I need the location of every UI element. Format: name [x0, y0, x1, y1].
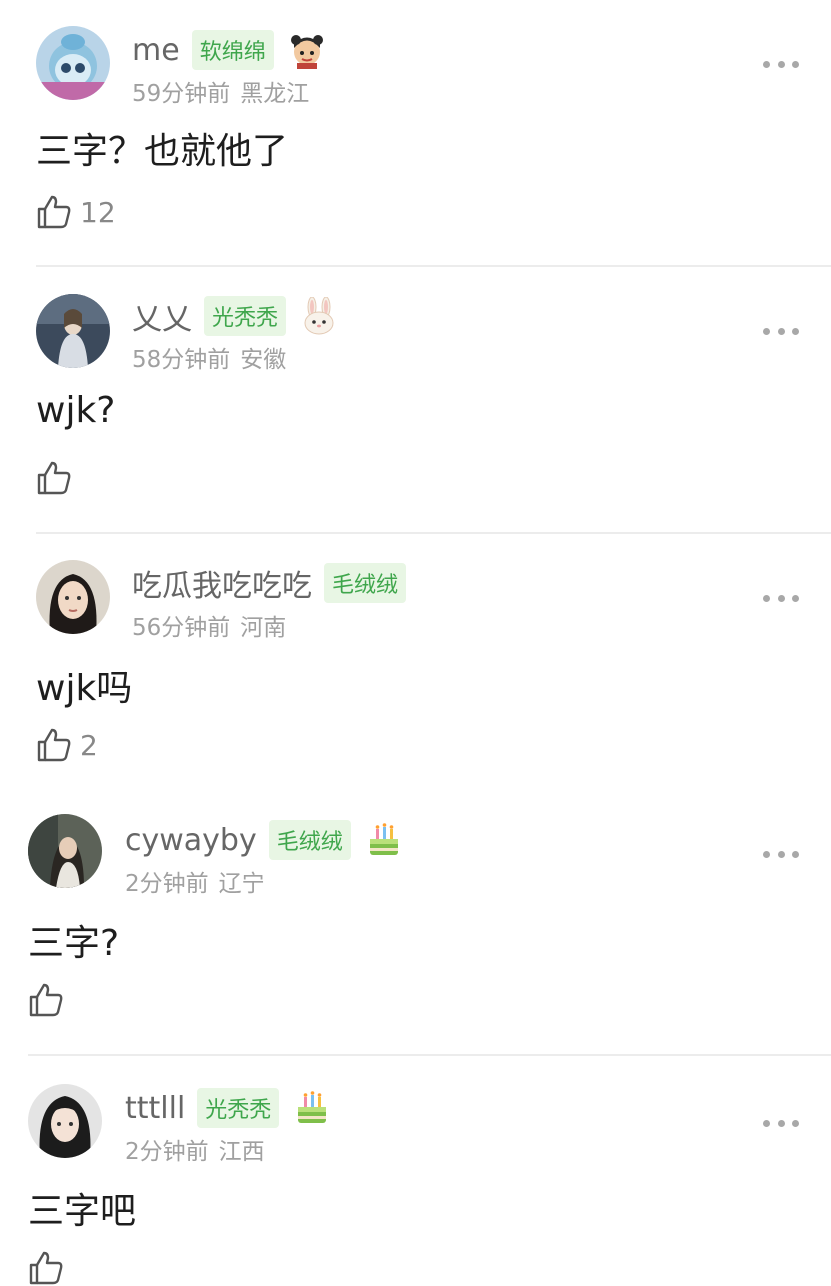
name-row: me 软绵绵 — [132, 28, 326, 72]
comment-time: 2分钟前 — [125, 1139, 209, 1165]
comment-location: 江西 — [218, 1139, 265, 1165]
level-badge: 光秃秃 — [197, 1088, 280, 1128]
comment-location: 黑龙江 — [240, 81, 310, 107]
avatar[interactable] — [36, 294, 110, 368]
comment-time: 56分钟前 — [132, 615, 231, 641]
thumbs-up-icon — [37, 195, 71, 229]
like-button[interactable] — [36, 460, 80, 496]
like-button[interactable]: 12 — [36, 194, 116, 230]
comment-text: wjk吗 — [36, 668, 133, 709]
level-badge: 毛绒绒 — [268, 820, 351, 860]
name-row: cywayby 毛绒绒 — [125, 818, 403, 862]
more-options-icon[interactable] — [763, 848, 799, 860]
comment-text: 三字吧 — [28, 1191, 137, 1232]
name-row: 乂乂 光秃秃 — [132, 294, 338, 338]
divider — [36, 265, 831, 267]
thumbs-up-icon — [29, 983, 63, 1017]
username[interactable]: cywayby — [125, 823, 257, 858]
level-badge: 毛绒绒 — [324, 563, 407, 603]
comment-meta: 56分钟前 河南 — [132, 608, 286, 642]
comment-location: 河南 — [240, 615, 287, 641]
comment-meta: 2分钟前 辽宁 — [125, 864, 265, 898]
like-button[interactable] — [28, 982, 72, 1018]
comment-location: 辽宁 — [218, 871, 265, 897]
like-count: 12 — [80, 195, 116, 229]
more-options-icon[interactable] — [763, 325, 799, 337]
divider — [36, 532, 831, 534]
comment-meta: 58分钟前 安徽 — [132, 340, 286, 374]
more-options-icon[interactable] — [763, 1117, 799, 1129]
cake-emoji-icon — [365, 821, 403, 859]
avatar[interactable] — [36, 560, 110, 634]
thumbs-up-icon — [29, 1251, 63, 1285]
username[interactable]: me — [132, 33, 180, 68]
rabbit-emoji-icon — [300, 297, 338, 335]
comment-location: 安徽 — [240, 347, 287, 373]
like-button[interactable]: 2 — [36, 727, 98, 763]
level-badge: 光秃秃 — [204, 296, 287, 336]
name-row: 吃瓜我吃吃吃 毛绒绒 — [132, 561, 420, 605]
comment-text: wjk? — [36, 390, 116, 431]
username[interactable]: 乂乂 — [132, 294, 192, 338]
avatar[interactable] — [36, 26, 110, 100]
username[interactable]: tttlll — [125, 1091, 185, 1126]
comment-time: 2分钟前 — [125, 871, 209, 897]
comment-time: 58分钟前 — [132, 347, 231, 373]
divider — [28, 1054, 831, 1056]
username[interactable]: 吃瓜我吃吃吃 — [132, 561, 312, 605]
comment-text: 三字? — [28, 923, 120, 964]
like-count: 2 — [80, 728, 98, 762]
thumbs-up-icon — [37, 461, 71, 495]
more-options-icon[interactable] — [763, 58, 799, 70]
cake-emoji-icon — [293, 1089, 331, 1127]
comment-meta: 2分钟前 江西 — [125, 1132, 265, 1166]
avatar[interactable] — [28, 814, 102, 888]
thumbs-up-icon — [37, 728, 71, 762]
boy-emoji-icon — [288, 31, 326, 69]
like-button[interactable] — [28, 1250, 72, 1286]
comment-time: 59分钟前 — [132, 81, 231, 107]
avatar[interactable] — [28, 1084, 102, 1158]
level-badge: 软绵绵 — [191, 30, 274, 70]
comment-text: 三字？也就他了 — [36, 131, 289, 172]
name-row: tttlll 光秃秃 — [125, 1086, 331, 1130]
more-options-icon[interactable] — [763, 592, 799, 604]
comment-meta: 59分钟前 黑龙江 — [132, 74, 309, 108]
